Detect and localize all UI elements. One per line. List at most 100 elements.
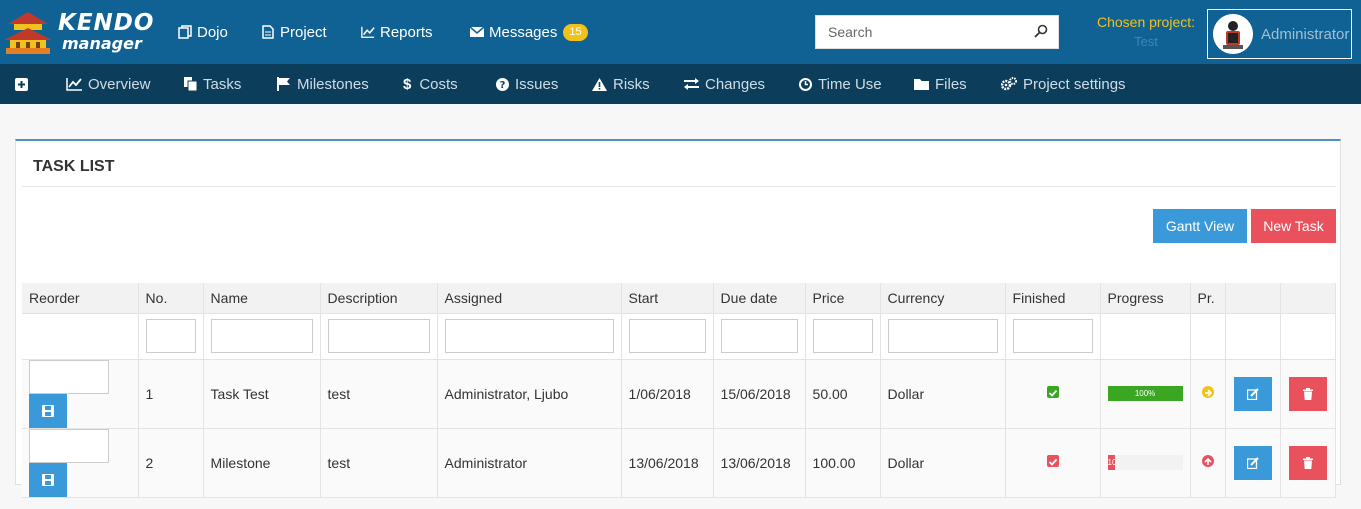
area-chart-icon [66,77,82,91]
edit-button[interactable] [1234,376,1273,411]
reorder-input[interactable] [29,359,109,394]
add-button[interactable] [15,64,34,104]
tab-time-use[interactable]: Time Use [799,64,882,104]
new-task-button[interactable]: New Task [1251,209,1336,243]
reorder-input[interactable] [29,428,109,463]
tab-time-use-label: Time Use [818,75,882,93]
filter-name-input[interactable] [210,319,313,353]
header-no[interactable]: No. [138,283,204,313]
tab-milestones[interactable]: Milestones [277,64,369,104]
table-row[interactable]: 1 Task Test test Administrator, Ljubo 1/… [22,358,1336,428]
user-menu[interactable]: Administrator [1207,9,1352,59]
row-name: Milestone [203,427,321,498]
task-table: Reorder No. Name Description Assigned St… [22,283,1336,498]
gantt-view-button[interactable]: Gantt View [1153,209,1247,243]
header-progress[interactable]: Progress [1100,283,1191,313]
filter-row [22,312,1336,359]
table-header-row: Reorder No. Name Description Assigned St… [22,283,1336,313]
filter-description-input[interactable] [327,319,430,353]
tab-tasks-label: Tasks [203,75,242,93]
project-subnav: Overview Tasks Milestones $ Costs ? Issu… [0,64,1361,104]
edit-icon [1247,387,1259,400]
tab-risks-label: Risks [613,75,650,93]
filter-start-input[interactable] [628,319,706,353]
exchange-icon [684,78,699,90]
folder-icon [914,79,929,90]
tab-costs-label: Costs [419,75,458,93]
nav-project[interactable]: Project [261,0,327,64]
logo-text-kendo: KENDO [58,10,155,36]
flag-icon [277,77,290,91]
delete-button[interactable] [1289,376,1328,411]
tab-tasks[interactable]: Tasks [184,64,241,104]
title-divider [22,186,1336,187]
progress-fill: 100% [1107,386,1183,401]
row-description: test [320,427,438,498]
dollar-icon: $ [403,75,412,93]
tab-changes[interactable]: Changes [684,64,765,104]
nav-reports[interactable]: Reports [361,0,433,64]
nav-reports-label: Reports [380,23,433,41]
edit-icon [1247,456,1259,469]
tab-project-settings[interactable]: Project settings [1001,64,1126,104]
edit-button[interactable] [1234,445,1273,480]
chosen-project-value[interactable]: Test [1090,34,1202,49]
header-name[interactable]: Name [203,283,321,313]
header-assigned[interactable]: Assigned [437,283,622,313]
filter-assigned-input[interactable] [444,319,614,353]
chosen-project-label: Chosen project: [1096,14,1196,30]
header-reorder: Reorder [22,283,139,313]
tab-issues-label: Issues [515,75,559,93]
delete-button[interactable] [1289,445,1328,480]
header-currency[interactable]: Currency [880,283,1006,313]
tab-files[interactable]: Files [914,64,967,104]
temple-logo-icon [4,12,52,54]
tab-issues[interactable]: ? Issues [496,64,558,104]
document-icon [262,25,274,39]
tab-milestones-label: Milestones [297,75,369,93]
tab-costs[interactable]: $ Costs [403,64,458,104]
warning-icon [592,77,607,91]
avatar [1213,14,1253,54]
save-order-button[interactable] [29,393,67,428]
nav-messages[interactable]: Messages 15 [470,0,588,64]
header-description[interactable]: Description [320,283,438,313]
filter-finished-input[interactable] [1012,319,1093,353]
row-due-date: 13/06/2018 [713,427,806,498]
tab-risks[interactable]: Risks [592,64,650,104]
table-row[interactable]: 2 Milestone test Administrator 13/06/201… [22,427,1336,498]
tab-project-settings-label: Project settings [1023,75,1126,93]
cogs-icon [1001,77,1017,91]
header-price[interactable]: Price [805,283,881,313]
header-start[interactable]: Start [621,283,714,313]
filter-no-input[interactable] [145,319,196,353]
filter-price-input[interactable] [812,319,873,353]
top-bar: KENDO manager Dojo Project Reports Messa… [0,0,1361,64]
unfinished-check-icon [1046,454,1059,467]
row-assigned: Administrator [437,427,622,498]
row-no: 2 [138,427,204,498]
svg-text:?: ? [500,80,506,91]
search-icon[interactable] [1034,24,1048,38]
priority-arrow-right-icon [1201,385,1214,398]
logo-text-manager: manager [62,34,142,53]
row-price: 50.00 [805,358,881,428]
trash-icon [1303,456,1314,469]
filter-due-date-input[interactable] [720,319,798,353]
search-box [815,15,1059,49]
tab-overview-label: Overview [88,75,151,93]
header-due-date[interactable]: Due date [713,283,806,313]
line-chart-icon [361,26,375,38]
plus-square-icon [15,77,28,91]
save-order-button[interactable] [29,462,67,497]
tab-overview[interactable]: Overview [66,64,151,104]
header-finished[interactable]: Finished [1005,283,1101,313]
search-input[interactable] [816,16,1016,48]
kendo-manager-logo[interactable]: KENDO manager [0,6,153,58]
filter-currency-input[interactable] [887,319,998,353]
nav-dojo[interactable]: Dojo [178,0,228,64]
header-priority[interactable]: Pr. [1190,283,1226,313]
question-circle-icon: ? [496,77,509,91]
chosen-project: Chosen project: Test [1090,14,1202,49]
copy-icon [178,25,192,39]
